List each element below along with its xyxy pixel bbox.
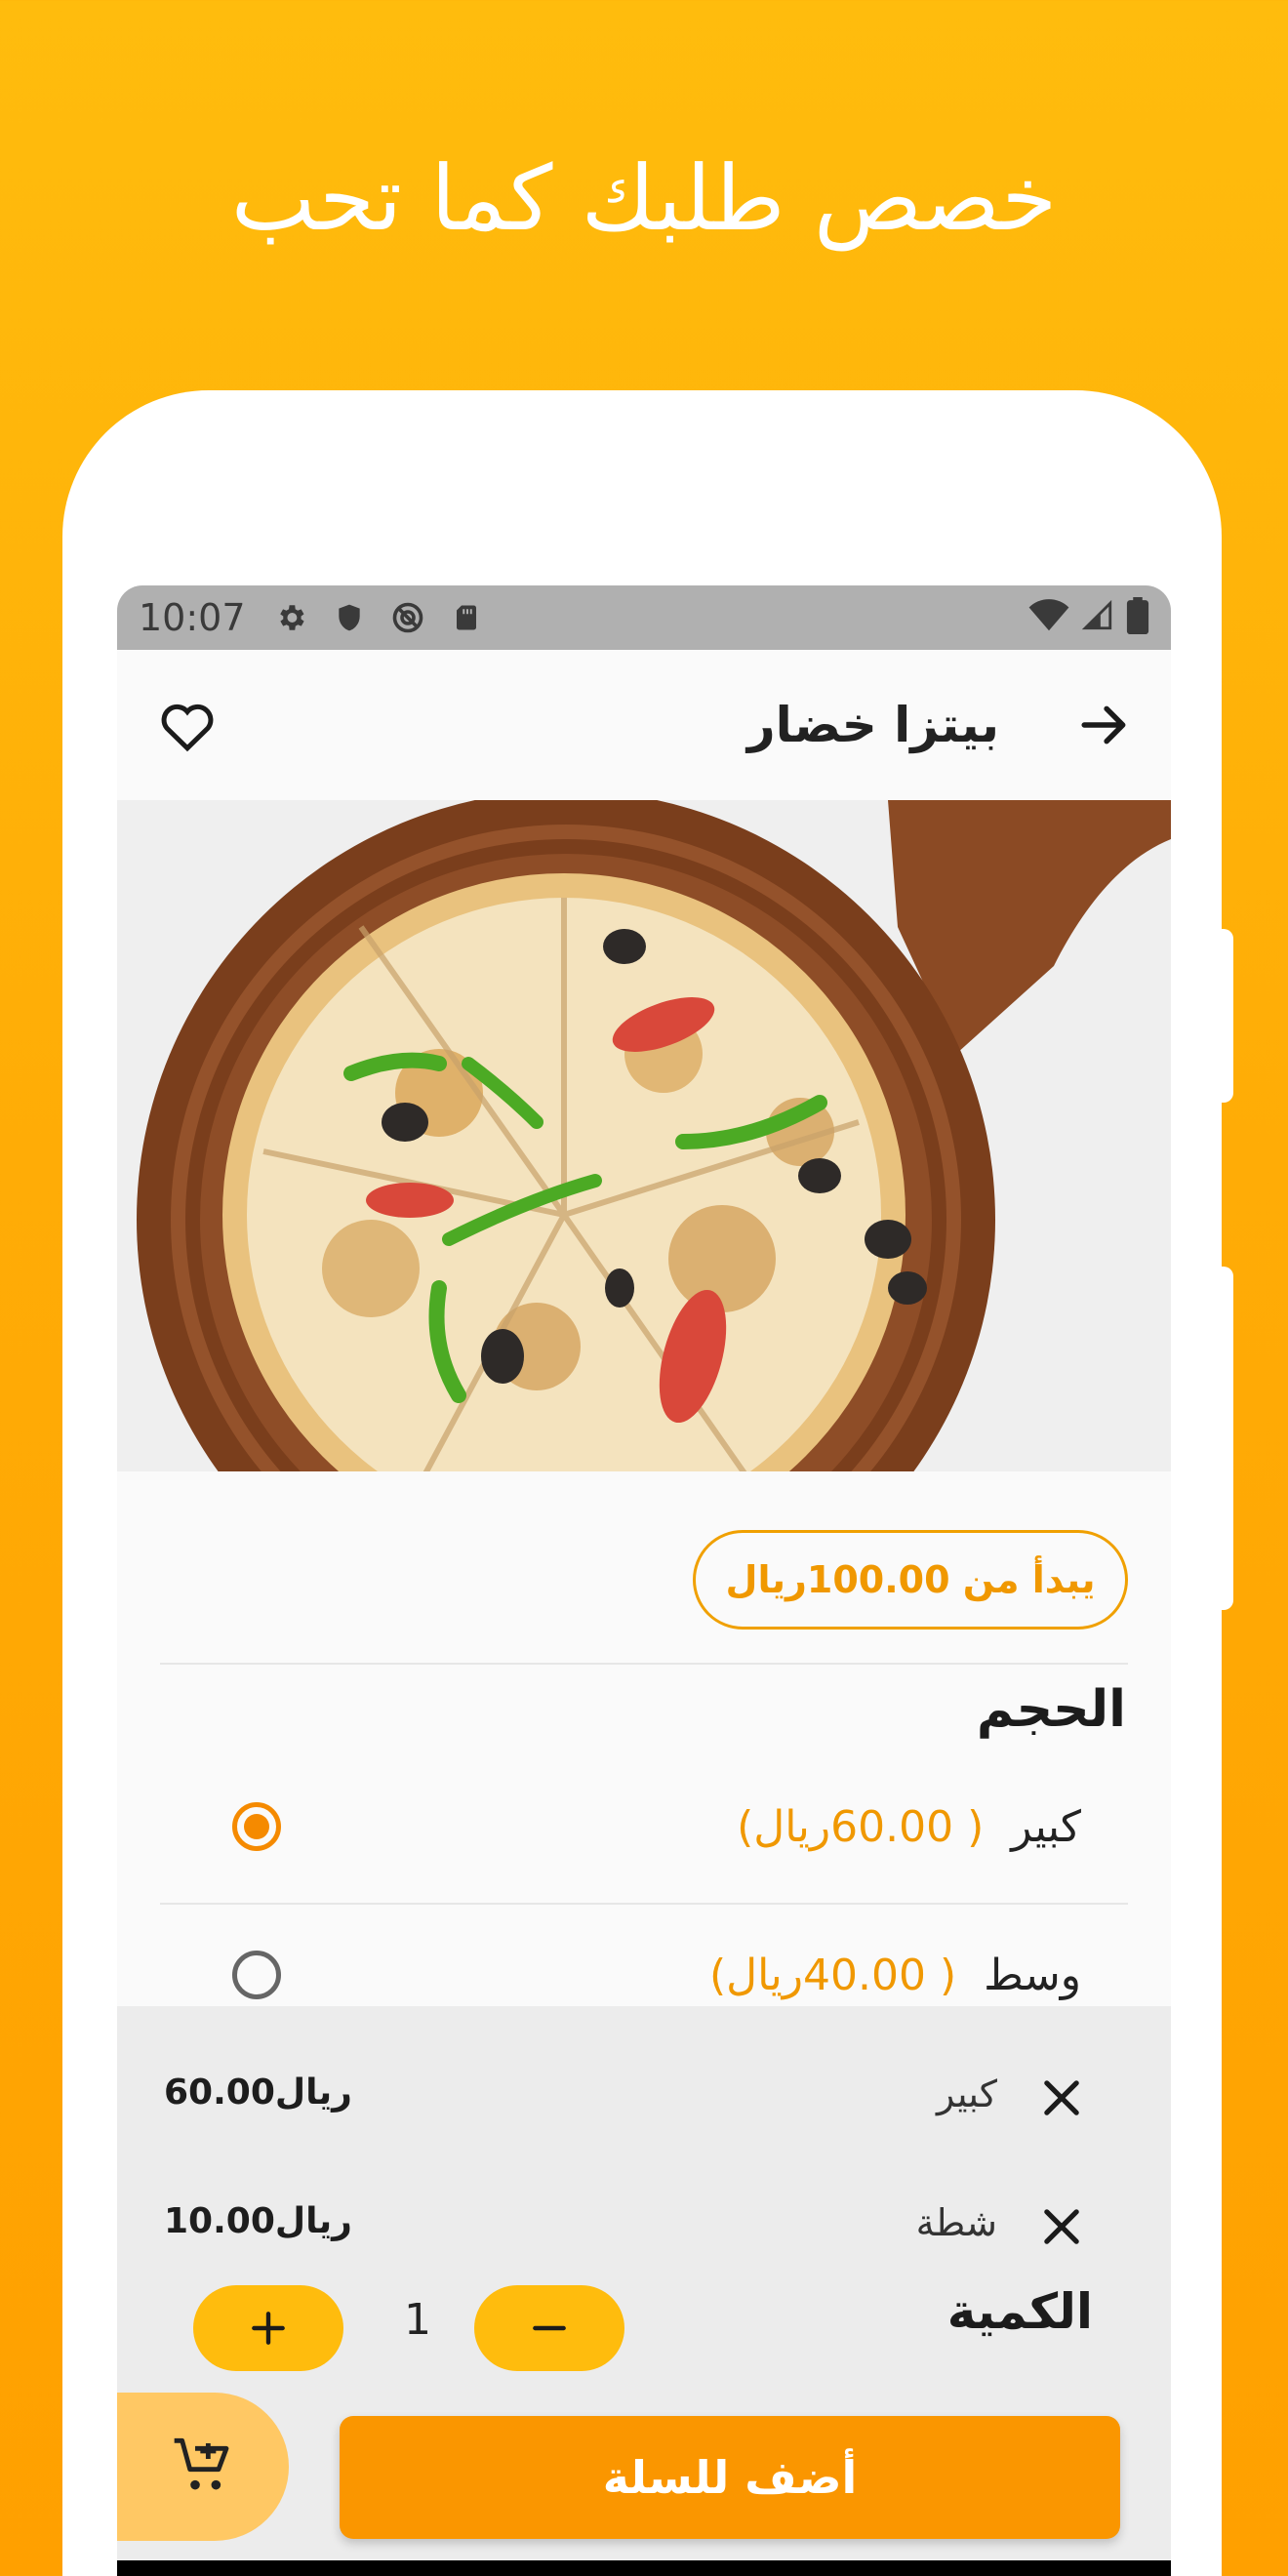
selected-option-name: كبير xyxy=(937,2073,997,2115)
size-option-label: وسط ( 40.00ريال) xyxy=(708,1950,1081,2000)
screen-content-layer: يبدأ من 100.00ريال الحجم كبير ( 60.00ريا… xyxy=(117,585,1171,2576)
cart-button[interactable] xyxy=(117,2393,289,2541)
starting-price-badge: يبدأ من 100.00ريال xyxy=(693,1530,1128,1630)
divider xyxy=(160,1663,1128,1665)
phone-side-button xyxy=(1220,929,1233,1103)
size-option-label: كبير ( 60.00ريال) xyxy=(737,1801,1081,1852)
size-option-large[interactable]: كبير ( 60.00ريال) xyxy=(117,1788,1171,1866)
system-navigation-bar xyxy=(117,2560,1171,2576)
selected-option-name: شطة xyxy=(915,2201,997,2244)
plus-icon xyxy=(252,2312,285,2345)
size-option-radio-selected[interactable] xyxy=(232,1802,281,1851)
size-option-medium[interactable]: وسط ( 40.00ريال) xyxy=(117,1936,1171,2014)
size-section-title: الحجم xyxy=(976,1680,1126,1739)
remove-close-icon[interactable] xyxy=(1036,2201,1087,2252)
minus-icon xyxy=(533,2325,566,2331)
size-option-radio[interactable] xyxy=(232,1951,281,1999)
quantity-increase-button[interactable] xyxy=(193,2285,343,2371)
selected-option-row: 10.00ريال شطة xyxy=(117,2201,1171,2270)
quantity-decrease-button[interactable] xyxy=(474,2285,624,2371)
selected-option-amount: 60.00ريال xyxy=(164,2073,352,2113)
add-to-cart-button[interactable]: أضف للسلة xyxy=(340,2416,1120,2539)
promo-headline: خصص طلبك كما تحب xyxy=(230,146,1058,251)
add-to-cart-icon xyxy=(174,2437,229,2490)
quantity-label: الكمية xyxy=(946,2283,1093,2340)
selected-option-amount: 10.00ريال xyxy=(164,2201,352,2241)
selected-option-row: 60.00ريال كبير xyxy=(117,2073,1171,2141)
phone-side-button xyxy=(1220,1267,1233,1610)
quantity-value: 1 xyxy=(404,2295,431,2345)
divider xyxy=(160,1903,1128,1905)
remove-close-icon[interactable] xyxy=(1036,2073,1087,2123)
